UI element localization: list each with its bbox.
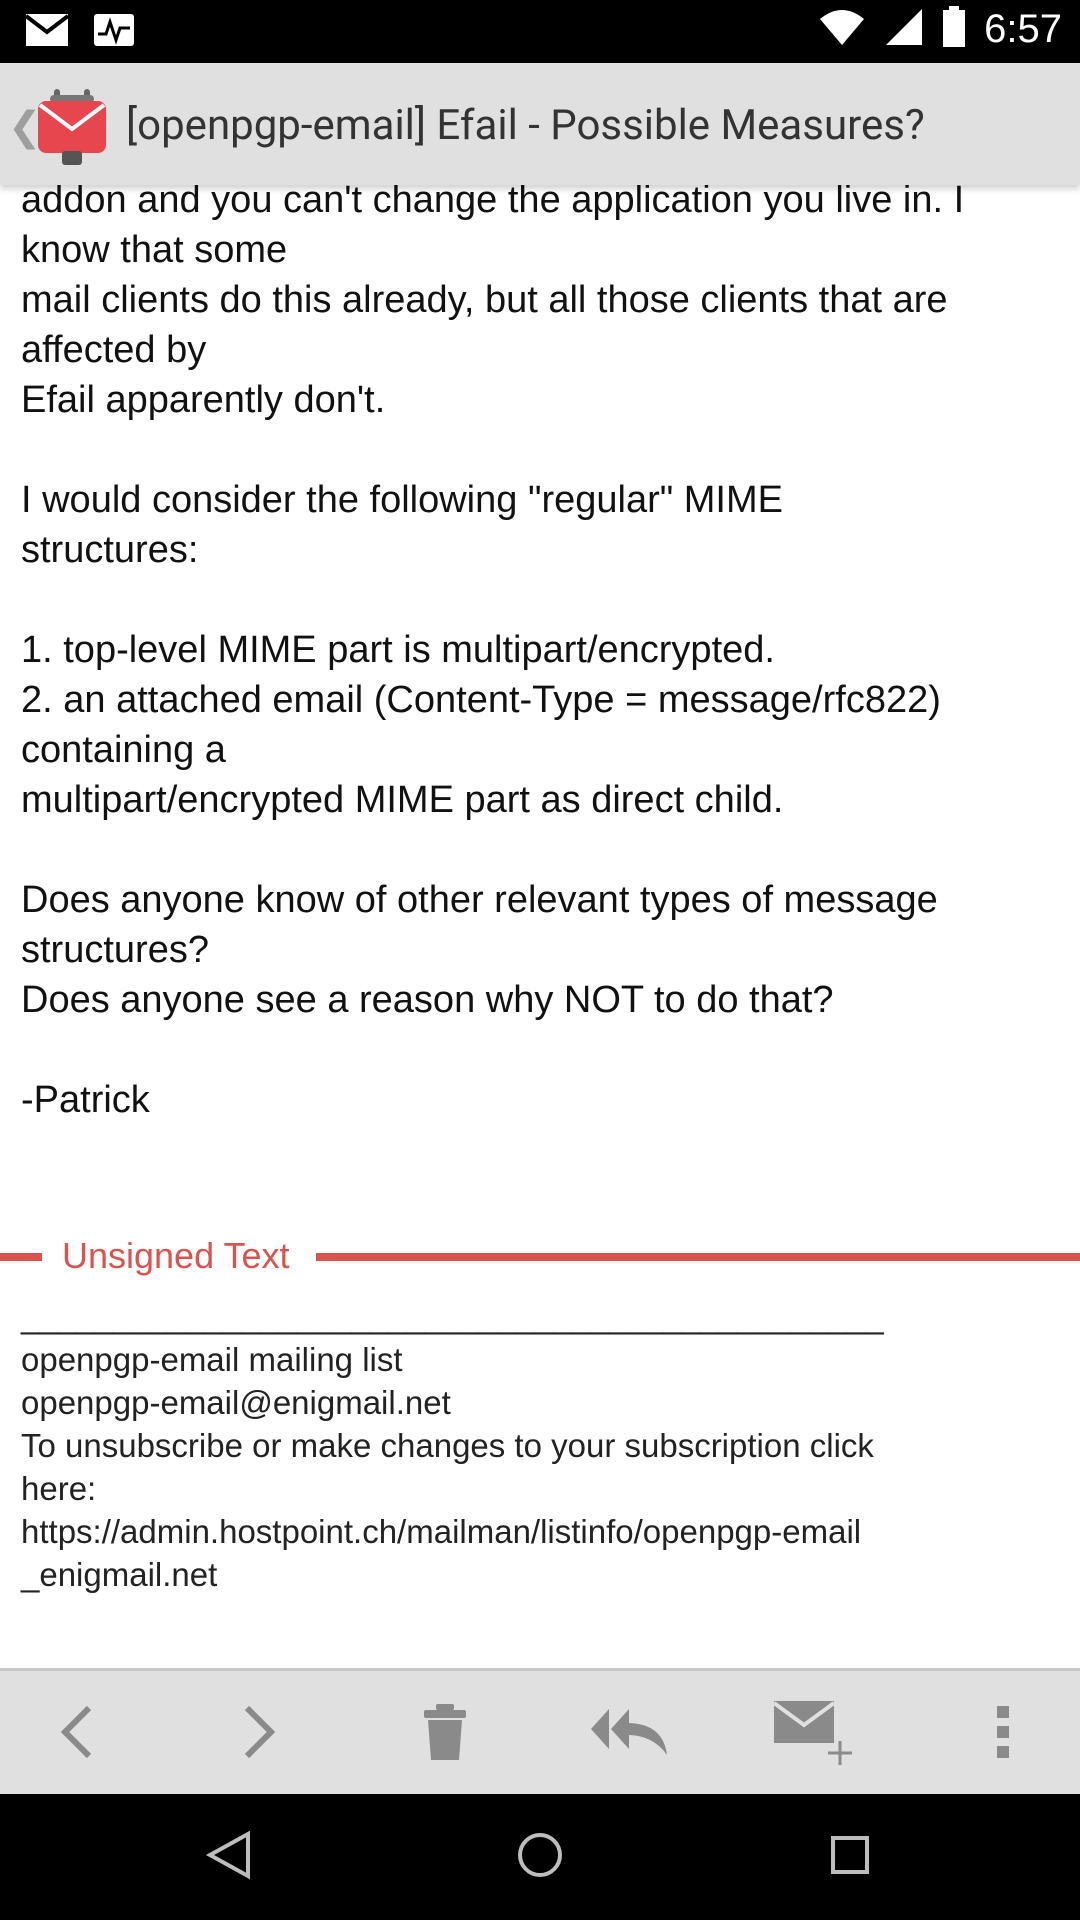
system-recents-button[interactable] <box>815 1822 885 1892</box>
next-icon <box>239 1702 279 1766</box>
system-home-button[interactable] <box>505 1822 575 1892</box>
message-body: addon and you can't change the applicati… <box>21 185 965 1121</box>
delete-icon <box>422 1702 468 1766</box>
bottom-toolbar <box>0 1668 1080 1794</box>
circle-home-icon <box>515 1830 565 1884</box>
compose-icon <box>770 1697 856 1771</box>
page-title: [openpgp-email] Efail - Possible Measure… <box>126 101 925 150</box>
divider-line-left <box>0 1253 42 1261</box>
unsigned-text-divider: Unsigned Text <box>0 1235 1080 1276</box>
delete-button[interactable] <box>400 1689 490 1779</box>
more-options-button[interactable] <box>958 1689 1048 1779</box>
more-icon <box>993 1702 1013 1766</box>
activity-icon <box>92 10 136 54</box>
previous-message-button[interactable] <box>32 1689 122 1779</box>
system-back-button[interactable] <box>194 1822 264 1892</box>
reply-all-button[interactable] <box>584 1689 674 1779</box>
wifi-icon <box>818 7 866 51</box>
status-bar: 6:57 <box>0 0 1080 63</box>
mailing-list-footer: ________________________________________… <box>21 1298 884 1593</box>
clock: 6:57 <box>984 6 1062 51</box>
system-navigation-bar <box>0 1794 1080 1920</box>
compose-button[interactable] <box>768 1689 858 1779</box>
message-view[interactable]: addon and you can't change the applicati… <box>0 185 1080 1668</box>
previous-icon <box>57 1702 97 1766</box>
triangle-back-icon <box>204 1830 254 1884</box>
divider-line-right <box>316 1253 1080 1261</box>
reply-all-icon <box>589 1705 669 1763</box>
next-message-button[interactable] <box>214 1689 304 1779</box>
signal-icon <box>884 7 924 51</box>
app-bar: ❮ [openpgp-email] Efail - Possible Measu… <box>0 63 1080 185</box>
k9-logo-icon[interactable] <box>36 87 108 167</box>
unsigned-text-label: Unsigned Text <box>62 1235 290 1276</box>
square-recents-icon <box>827 1832 873 1882</box>
battery-icon <box>942 6 966 52</box>
mail-icon <box>24 10 70 54</box>
